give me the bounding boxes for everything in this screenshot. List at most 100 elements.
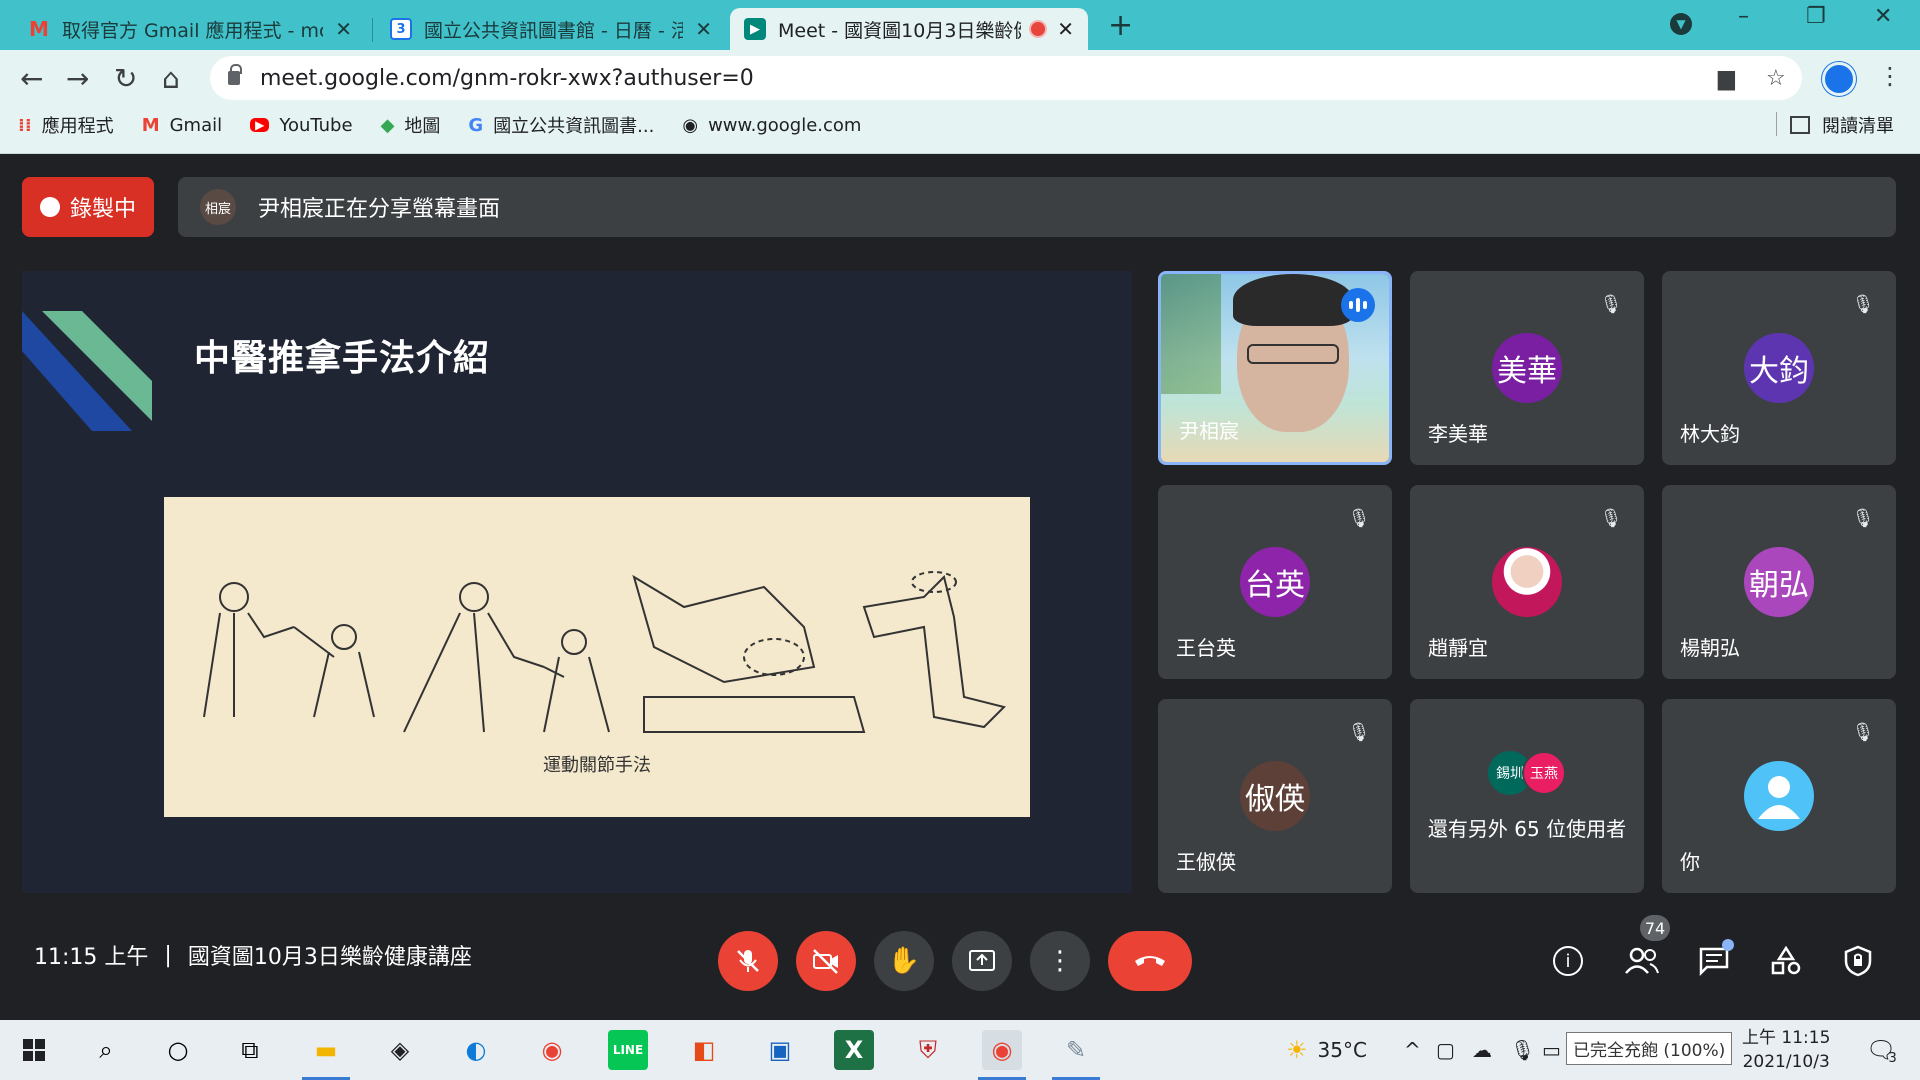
meet-now-icon[interactable]: ▢ <box>1436 1020 1455 1080</box>
search-icon[interactable]: ⌕ <box>86 1030 126 1070</box>
restore-icon[interactable]: ❐ <box>1806 4 1826 29</box>
bookmark-gmail[interactable]: M Gmail <box>142 115 222 136</box>
mic-off-icon: 🎙︎ <box>1599 293 1623 315</box>
bookmark-label: 地圖 <box>404 116 441 137</box>
participant-tile[interactable]: 🎙︎ 大鈞 林大鈞 <box>1662 271 1896 465</box>
tab-title: 國立公共資訊圖書館 - 日曆 - 活 <box>424 19 684 42</box>
record-dot-icon <box>39 197 60 217</box>
reading-list-icon <box>1790 116 1810 134</box>
participant-name: 李美華 <box>1428 422 1488 446</box>
bookmark-maps[interactable]: ◆ 地圖 <box>381 112 441 138</box>
tab-gmail[interactable]: M 取得官方 Gmail 應用程式 - mcc( ✕ <box>14 8 366 50</box>
participant-name: 楊朝弘 <box>1680 636 1740 660</box>
calendar-icon: 3 <box>390 18 412 40</box>
chrome-profile-icon[interactable]: ◉ <box>982 1030 1022 1070</box>
participant-name: 趙靜宜 <box>1428 636 1488 660</box>
recording-button[interactable]: 錄製中 <box>22 177 154 237</box>
remote-desktop-icon[interactable]: ▣ <box>760 1030 800 1070</box>
dropbox-icon[interactable]: ◈ <box>380 1030 420 1070</box>
office-icon[interactable]: ◧ <box>684 1030 724 1070</box>
microphone-icon[interactable]: 🎙︎ <box>1510 1020 1535 1080</box>
participant-avatar: 朝弘 <box>1744 547 1814 617</box>
host-controls-button[interactable] <box>1838 941 1878 981</box>
file-explorer-icon[interactable]: ▬ <box>306 1030 346 1070</box>
close-window-icon[interactable]: ✕ <box>1874 4 1892 29</box>
globe-icon: ◉ <box>682 114 699 136</box>
maps-icon: ◆ <box>380 114 395 136</box>
participant-tile[interactable]: 🎙︎ 美華 李美華 <box>1410 271 1644 465</box>
meeting-info-button[interactable]: i <box>1548 941 1588 981</box>
bookmark-google[interactable]: ◉ www.google.com <box>682 115 861 136</box>
tab-search-icon[interactable]: ▼ <box>1670 13 1692 35</box>
people-button[interactable] <box>1622 941 1662 981</box>
youtube-icon: ▶ <box>250 118 270 132</box>
bookmark-apps[interactable]: ⁞⁞ 應用程式 <box>18 112 114 138</box>
tab-calendar[interactable]: 3 國立公共資訊圖書館 - 日曆 - 活 ✕ <box>376 8 726 50</box>
notification-center[interactable]: 🗨︎ 3 <box>1866 1020 1897 1080</box>
participant-name: 王俶偀 <box>1176 850 1236 874</box>
security-app-icon[interactable]: ⛨ <box>908 1030 948 1070</box>
system-clock[interactable]: 上午 11:15 2021/10/3 <box>1742 1026 1830 1074</box>
reading-list-button[interactable]: 閱讀清單 <box>1790 112 1894 138</box>
windows-start-icon[interactable] <box>14 1030 54 1070</box>
bookmark-library[interactable]: G 國立公共資訊圖書... <box>468 112 654 138</box>
camera-off-icon <box>813 949 838 974</box>
bookmark-label: www.google.com <box>708 114 862 136</box>
address-bar[interactable]: meet.google.com/gnm-rokr-xwx?authuser=0 … <box>210 56 1802 100</box>
participant-tile[interactable]: 🎙︎ 俶偀 王俶偀 <box>1158 699 1392 893</box>
profile-avatar-icon[interactable] <box>1822 62 1856 96</box>
self-tile[interactable]: 🎙︎ 你 <box>1662 699 1896 893</box>
more-options-button[interactable]: ⋮ <box>1030 931 1090 991</box>
participant-tile[interactable]: 🎙︎ 台英 王台英 <box>1158 485 1392 679</box>
activities-button[interactable] <box>1766 941 1806 981</box>
minimize-icon[interactable]: – <box>1738 4 1749 29</box>
task-view-icon[interactable]: ⧉ <box>230 1030 270 1070</box>
mic-toggle-button[interactable] <box>718 931 778 991</box>
participant-tile[interactable]: 🎙︎ 朝弘 楊朝弘 <box>1662 485 1896 679</box>
others-tile[interactable]: 錫圳 玉燕 還有另外 65 位使用者 <box>1410 699 1644 893</box>
bookmark-youtube[interactable]: ▶ YouTube <box>250 115 353 136</box>
chrome-menu-icon[interactable]: ⋮ <box>1878 62 1902 90</box>
participant-tile[interactable]: 尹相宸 <box>1158 271 1392 465</box>
tab-meet[interactable]: ▶ Meet - 國資圖10月3日樂齡健 ✕ <box>730 8 1088 50</box>
onedrive-icon[interactable]: ☁ <box>1472 1020 1492 1080</box>
hair-shape <box>1233 274 1353 326</box>
mic-off-icon: 🎙︎ <box>1599 507 1623 529</box>
forward-icon[interactable]: → <box>66 62 89 95</box>
battery-icon[interactable]: ▭ <box>1542 1020 1561 1080</box>
camera-toggle-button[interactable] <box>796 931 856 991</box>
paint-icon[interactable]: ✎ <box>1056 1030 1096 1070</box>
raise-hand-button[interactable]: ✋ <box>874 931 934 991</box>
person-silhouette-icon <box>1758 776 1800 819</box>
new-tab-button[interactable]: + <box>1108 8 1133 43</box>
weather-widget[interactable]: ☀ 35°C <box>1286 1020 1367 1080</box>
bookmark-label: 應用程式 <box>41 116 114 137</box>
reload-icon[interactable]: ↻ <box>114 62 137 95</box>
edge-icon[interactable]: ◐ <box>456 1030 496 1070</box>
reading-list-label: 閱讀清單 <box>1822 116 1894 137</box>
leave-call-button[interactable] <box>1108 931 1192 991</box>
url-text[interactable]: meet.google.com/gnm-rokr-xwx?authuser=0 <box>260 66 754 91</box>
present-button[interactable] <box>952 931 1012 991</box>
mic-off-icon: 🎙︎ <box>1851 721 1875 743</box>
cortana-icon[interactable]: ○ <box>158 1030 198 1070</box>
line-icon[interactable]: LINE <box>608 1030 648 1070</box>
back-icon[interactable]: ← <box>20 62 43 95</box>
home-icon[interactable]: ⌂ <box>162 62 180 95</box>
shared-screen[interactable]: 中醫推拿手法介紹 運動關節手法 <box>22 271 1132 893</box>
close-tab-icon[interactable]: ✕ <box>335 17 352 41</box>
close-tab-icon[interactable]: ✕ <box>1057 17 1074 41</box>
tray-chevron-icon[interactable]: ^ <box>1404 1020 1421 1080</box>
lock-icon[interactable] <box>228 64 242 85</box>
bookmark-star-icon[interactable]: ☆ <box>1766 66 1786 91</box>
excel-icon[interactable]: X <box>834 1030 874 1070</box>
windows-taskbar: ⌕ ○ ⧉ ▬ ◈ ◐ ◉ LINE ◧ ▣ X ⛨ ◉ ✎ ☀ 35°C ^ … <box>0 1020 1920 1080</box>
camera-permission-icon[interactable]: ▆ <box>1718 66 1735 91</box>
tab-title: 取得官方 Gmail 應用程式 - mcc( <box>62 19 324 42</box>
separator: | <box>164 942 172 968</box>
chrome-icon[interactable]: ◉ <box>532 1030 572 1070</box>
close-tab-icon[interactable]: ✕ <box>695 17 712 41</box>
participant-tile[interactable]: 🎙︎ 趙靜宜 <box>1410 485 1644 679</box>
participant-name: 林大鈞 <box>1680 422 1740 446</box>
mic-off-icon: 🎙︎ <box>1851 293 1875 315</box>
